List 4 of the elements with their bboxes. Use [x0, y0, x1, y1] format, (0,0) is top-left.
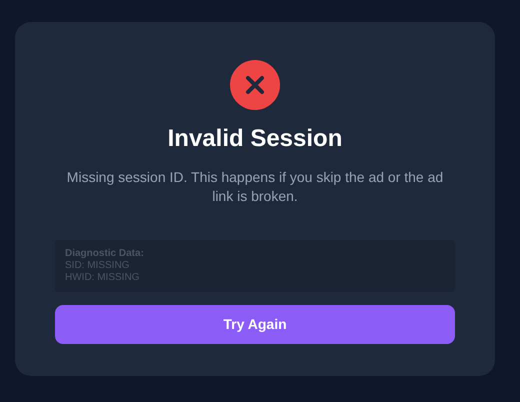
- dialog-title: Invalid Session: [168, 124, 342, 154]
- error-icon: [230, 60, 280, 110]
- try-again-button[interactable]: Try Again: [55, 305, 455, 344]
- dialog-message: Missing session ID. This happens if you skip the ad or the ad link is broken.: [66, 168, 444, 206]
